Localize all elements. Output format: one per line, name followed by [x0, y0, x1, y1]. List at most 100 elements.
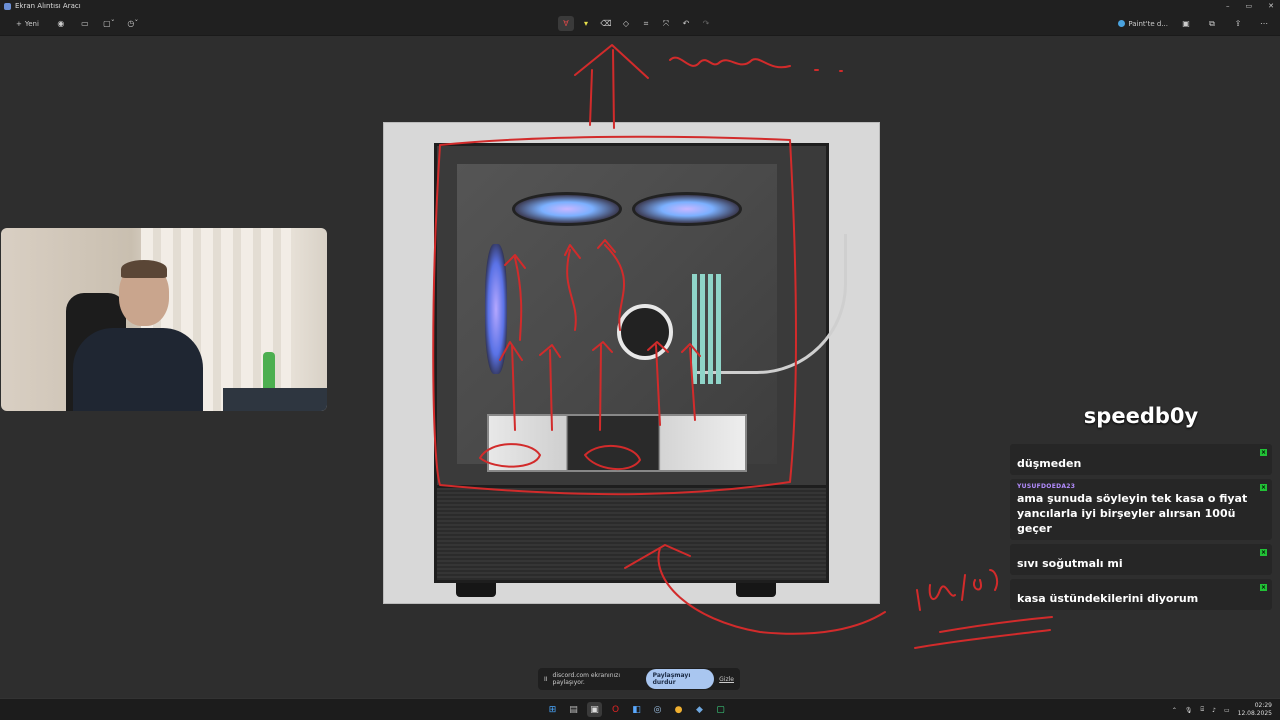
video-icon: ▭ — [81, 19, 89, 28]
webcam-desk — [223, 388, 327, 411]
camera-icon: ◉ — [57, 19, 65, 28]
app-icon: ◆ — [696, 704, 703, 715]
pause-icon[interactable]: II — [544, 676, 548, 683]
taskbar-opera[interactable]: O — [608, 702, 623, 717]
taskbar-terminal[interactable]: ▢ — [713, 702, 728, 717]
system-clock[interactable]: 02:29 12.08.2025 — [1238, 702, 1272, 718]
pc-case-image — [434, 143, 847, 488]
edit-in-paint-button[interactable]: Paint'te d... — [1118, 20, 1168, 28]
top-fans — [512, 192, 742, 226]
stop-sharing-button[interactable]: Paylaşmayı durdur — [645, 669, 715, 689]
undo-icon: ↶ — [682, 19, 690, 28]
title-bar: Ekran Alıntısı Aracı – ▭ ✕ — [0, 0, 1280, 12]
chat-message: sıvı soğutmalı mi × — [1010, 544, 1272, 575]
clock-icon: ◷ˇ — [127, 19, 139, 28]
taskbar-steam[interactable]: ◎ — [650, 702, 665, 717]
text-actions-button[interactable]: ⤧ — [658, 16, 674, 31]
taskbar-chrome[interactable]: ● — [671, 702, 686, 717]
case-bottom-mesh — [434, 485, 829, 583]
battery-icon[interactable]: ▭ — [1224, 707, 1230, 714]
case-foot — [736, 583, 776, 597]
stream-chat: speedb0y düşmeden × YUSUFDOEDA23 ama şunuda… — [1010, 404, 1272, 614]
share-icon: ⇪ — [1234, 19, 1242, 28]
volume-icon[interactable]: ♪ — [1212, 707, 1216, 714]
taskbar-outlook[interactable]: ◧ — [629, 702, 644, 717]
snipping-tool-icon — [4, 2, 11, 10]
gpu-image — [487, 414, 747, 472]
captured-image[interactable] — [383, 122, 880, 604]
minimize-button[interactable]: – — [1226, 0, 1230, 12]
window-title: Ekran Alıntısı Aracı — [15, 2, 81, 10]
crop-tool-button[interactable]: ⌗ — [638, 16, 654, 31]
chat-badge-icon: × — [1260, 449, 1267, 456]
more-options-button[interactable]: ⋯ — [1256, 16, 1272, 31]
ram-sticks-image — [692, 274, 721, 384]
eraser-icon: ⌫ — [600, 19, 612, 28]
taskbar-app[interactable]: ◆ — [692, 702, 707, 717]
window-controls: – ▭ ✕ — [1226, 0, 1274, 12]
chat-messages: düşmeden × YUSUFDOEDA23 ama şunuda söyleyin… — [1010, 444, 1272, 610]
save-icon: ▣ — [1182, 19, 1190, 28]
paint-icon — [1118, 20, 1126, 27]
case-glass-panel — [457, 164, 847, 472]
webcam-person-hair — [121, 260, 167, 278]
maximize-button[interactable]: ▭ — [1246, 0, 1253, 12]
chat-username — [1017, 448, 1256, 455]
network-icon[interactable]: ⌸ — [1201, 706, 1205, 714]
screenshot-mode-button[interactable]: ◉ — [53, 16, 69, 31]
chat-badge-icon: × — [1260, 549, 1267, 556]
chat-text: ama şunuda söyleyin tek kasa o fiyat yan… — [1017, 492, 1248, 535]
tray-chevron-icon[interactable]: ⌃ — [1172, 707, 1177, 714]
chat-message: kasa üstündekilerini diyorum × — [1010, 579, 1272, 610]
taskbar: ⊞ ▤ ▣ O ◧ ◎ ● ◆ ▢ ⌃ 🎙 ⌸ ♪ ▭ 02:29 12.08.… — [0, 698, 1280, 720]
delay-dropdown[interactable]: ◷ˇ — [125, 16, 141, 31]
pen-icon: ∀ — [563, 19, 569, 28]
streamer-name: speedb0y — [1083, 404, 1199, 428]
chat-message: YUSUFDOEDA23 ama şunuda söyleyin tek kasa… — [1010, 479, 1272, 540]
files-icon: ▤ — [569, 704, 578, 715]
redo-button[interactable]: ↷ — [698, 16, 714, 31]
start-button[interactable]: ⊞ — [545, 702, 560, 717]
plus-icon: + — [16, 19, 22, 28]
taskbar-snipping-tool[interactable]: ▣ — [587, 702, 602, 717]
chat-text: düşmeden — [1017, 457, 1082, 470]
chrome-icon: ● — [674, 704, 683, 715]
screen-share-bar: II discord.com ekranınızı paylaşıyor. Pa… — [538, 668, 740, 690]
outlook-icon: ◧ — [632, 704, 641, 715]
microphone-icon[interactable]: 🎙 — [1185, 707, 1193, 714]
eraser-tool-button[interactable]: ⌫ — [598, 16, 614, 31]
highlighter-icon: ▾ — [583, 19, 588, 28]
shapes-icon: ◇ — [622, 19, 630, 28]
copy-button[interactable]: ⧉ — [1204, 16, 1220, 31]
opera-icon: O — [611, 704, 620, 715]
snip-shape-dropdown[interactable]: ▢ˇ — [101, 16, 117, 31]
undo-button[interactable]: ↶ — [678, 16, 694, 31]
webcam-person-body — [73, 328, 203, 411]
hide-button[interactable]: Gizle — [719, 676, 734, 683]
copy-icon: ⧉ — [1209, 18, 1215, 28]
case-foot — [456, 583, 496, 597]
share-button[interactable]: ⇪ — [1230, 16, 1246, 31]
pump-image — [617, 304, 673, 360]
highlighter-tool-button[interactable]: ▾ — [578, 16, 594, 31]
shapes-tool-button[interactable]: ◇ — [618, 16, 634, 31]
text-actions-icon: ⤧ — [662, 18, 670, 28]
share-message: discord.com ekranınızı paylaşıyor. — [552, 672, 620, 686]
new-snip-button[interactable]: + Yeni — [10, 16, 45, 31]
taskbar-files[interactable]: ▤ — [566, 702, 581, 717]
windows-icon: ⊞ — [548, 704, 557, 715]
crop-icon: ⌗ — [643, 18, 649, 28]
chat-username — [1017, 548, 1256, 555]
chat-text: kasa üstündekilerini diyorum — [1017, 592, 1199, 605]
chat-username: YUSUFDOEDA23 — [1017, 483, 1076, 490]
terminal-icon: ▢ — [716, 704, 725, 715]
save-button[interactable]: ▣ — [1178, 16, 1194, 31]
side-fan-image — [485, 244, 507, 374]
video-mode-button[interactable]: ▭ — [77, 16, 93, 31]
chat-message: düşmeden × — [1010, 444, 1272, 475]
clock-date: 12.08.2025 — [1237, 710, 1272, 717]
close-button[interactable]: ✕ — [1268, 0, 1274, 12]
webcam-overlay — [1, 228, 327, 411]
pen-tool-button[interactable]: ∀ — [558, 16, 574, 31]
chat-badge-icon: × — [1260, 484, 1267, 491]
